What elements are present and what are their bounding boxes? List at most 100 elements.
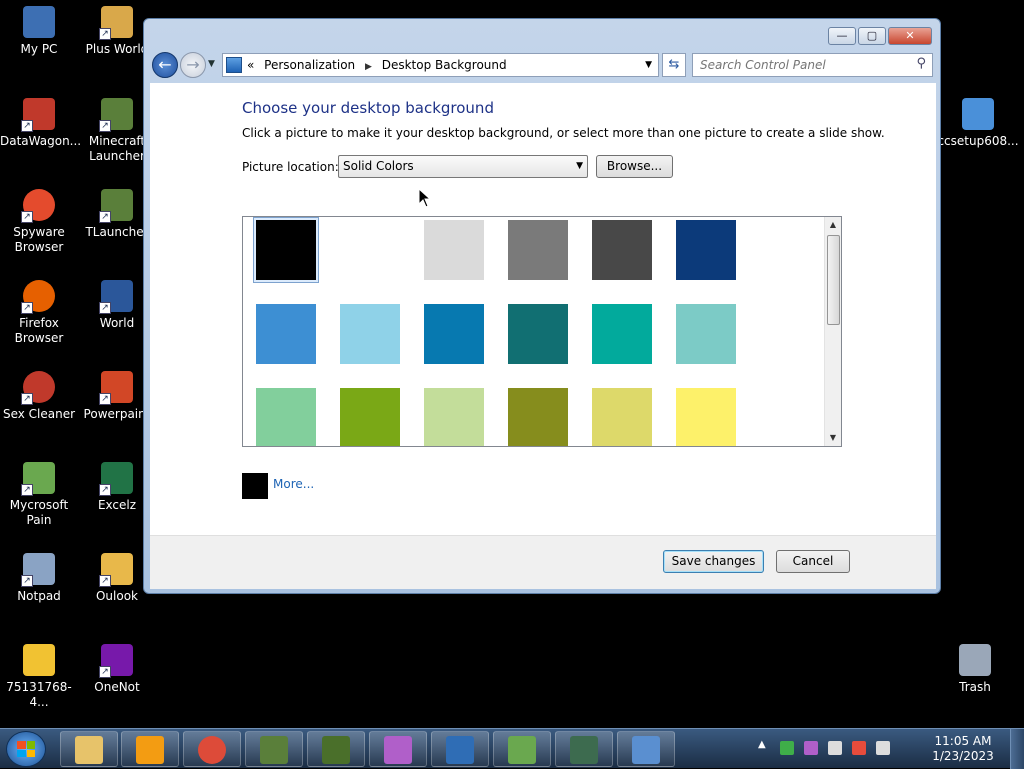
color-swatch[interactable] — [592, 220, 652, 280]
breadcrumb-personalization[interactable]: Personalization — [264, 58, 355, 72]
desktop-icon-ccsetup[interactable]: ccsetup608... — [936, 98, 1020, 149]
color-swatch[interactable] — [340, 304, 400, 364]
color-swatch-grid: ▲ ▼ — [242, 216, 842, 447]
back-button[interactable]: ← — [152, 52, 178, 78]
search-icon[interactable]: ⚲ — [916, 56, 926, 71]
color-swatch[interactable] — [340, 220, 400, 280]
explorer-icon — [75, 736, 103, 764]
color-swatch[interactable] — [508, 388, 568, 446]
color-swatch[interactable] — [508, 220, 568, 280]
more-color-swatch[interactable] — [242, 473, 268, 499]
chevron-right-icon[interactable]: ▶ — [365, 62, 372, 72]
save-changes-button[interactable]: Save changes — [663, 550, 764, 573]
taskbar-item-minecraft-1[interactable] — [245, 731, 303, 767]
powerpoint-icon: ↗ — [99, 371, 133, 405]
media-player-icon — [136, 736, 164, 764]
taskbar-item-remote[interactable] — [555, 731, 613, 767]
desktop-icon-label: Mycrosoft Pain — [9, 498, 69, 527]
color-swatch[interactable] — [340, 388, 400, 446]
desktop-icon-my-pc[interactable]: My PC — [0, 6, 78, 57]
show-hidden-icons-icon[interactable]: ▲ — [758, 739, 766, 750]
taskbar-item-chrome[interactable] — [183, 731, 241, 767]
desktop-background-window: — ▢ ✕ ← → ▼ « Personalization ▶ Desktop … — [143, 18, 941, 594]
breadcrumb-desktop-background[interactable]: Desktop Background — [382, 58, 507, 72]
scroll-down-icon[interactable]: ▼ — [825, 430, 841, 446]
desktop-icon-spyware-browser[interactable]: ↗ Spyware Browser — [0, 189, 78, 255]
taskbar-item-control-panel[interactable] — [617, 731, 675, 767]
show-desktop-button[interactable] — [1010, 729, 1024, 769]
recent-pages-dropdown[interactable]: ▼ — [208, 59, 215, 69]
browse-button[interactable]: Browse... — [596, 155, 673, 178]
chevron-down-icon: ▼ — [576, 161, 583, 171]
forward-button[interactable]: → — [180, 52, 206, 78]
color-swatch[interactable] — [592, 304, 652, 364]
color-swatch[interactable] — [676, 304, 736, 364]
search-input[interactable] — [693, 54, 903, 76]
scrollbar-thumb[interactable] — [827, 235, 840, 325]
more-colors-link[interactable]: More... — [273, 477, 314, 491]
taskbar-item-explorer[interactable] — [60, 731, 118, 767]
control-panel-icon — [632, 736, 660, 764]
taskbar-item-media-player[interactable] — [121, 731, 179, 767]
close-button[interactable]: ✕ — [888, 27, 932, 45]
vertical-scrollbar[interactable]: ▲ ▼ — [824, 217, 841, 446]
breadcrumb-overflow[interactable]: « — [247, 58, 254, 72]
search-box: ⚲ — [692, 53, 933, 77]
caption-buttons: — ▢ ✕ — [828, 27, 932, 45]
color-swatch[interactable] — [676, 388, 736, 446]
forward-arrow-icon: → — [186, 55, 200, 74]
action-center-icon[interactable] — [852, 741, 866, 755]
scroll-up-icon[interactable]: ▲ — [825, 217, 841, 233]
back-arrow-icon: ← — [158, 55, 172, 74]
desktop-icon-notpad[interactable]: ↗ Notpad — [0, 553, 78, 604]
taskbar-item-eyes[interactable] — [431, 731, 489, 767]
taskbar-item-users[interactable] — [493, 731, 551, 767]
network-icon[interactable] — [828, 741, 842, 755]
desktop-icon-datawagon[interactable]: ↗ DataWagon... — [0, 98, 81, 149]
refresh-icon: ⇆ — [668, 57, 680, 72]
color-swatch[interactable] — [256, 304, 316, 364]
color-swatch[interactable] — [253, 217, 319, 283]
dialog-footer: Save changes Cancel — [150, 535, 936, 589]
color-swatch[interactable] — [424, 220, 484, 280]
color-swatch[interactable] — [256, 388, 316, 446]
taskbar-item-minecraft-2[interactable] — [307, 731, 365, 767]
content-pane: Choose your desktop background Click a p… — [150, 83, 936, 535]
minecraft-1-icon — [260, 736, 288, 764]
cancel-button[interactable]: Cancel — [776, 550, 850, 573]
eyes-icon — [446, 736, 474, 764]
color-swatch[interactable] — [592, 388, 652, 446]
tray-app-icon[interactable] — [780, 741, 794, 755]
datawagon-icon: ↗ — [21, 98, 55, 132]
picture-location-value: Solid Colors — [343, 159, 414, 173]
color-swatch[interactable] — [508, 304, 568, 364]
minimize-button[interactable]: — — [828, 27, 856, 45]
start-button[interactable] — [6, 731, 46, 767]
computer-icon — [23, 6, 55, 38]
color-swatch[interactable] — [424, 388, 484, 446]
refresh-button[interactable]: ⇆ — [662, 53, 686, 77]
desktop-icon-archive[interactable]: 75131768-4... — [0, 644, 78, 710]
address-bar[interactable]: « Personalization ▶ Desktop Background ▼ — [222, 53, 659, 77]
maximize-button[interactable]: ▢ — [858, 27, 886, 45]
clock[interactable]: 11:05 AM 1/23/2023 — [928, 734, 998, 764]
desktop-icon-mycrosoft-pain[interactable]: ↗ Mycrosoft Pain — [0, 462, 78, 528]
address-dropdown-icon[interactable]: ▼ — [645, 54, 652, 76]
desktop-icon-onenot[interactable]: ↗ OneNot — [78, 644, 156, 695]
volume-icon[interactable] — [876, 741, 890, 755]
windows-logo-icon — [17, 741, 35, 757]
desktop-icon-firefox[interactable]: ↗ Firefox Browser — [0, 280, 78, 346]
desktop-icon-label: 75131768-4... — [6, 680, 72, 709]
desktop-icon-sex-cleaner[interactable]: ↗ Sex Cleaner — [0, 371, 78, 422]
color-swatch[interactable] — [424, 304, 484, 364]
tray-onenote-icon[interactable] — [804, 741, 818, 755]
paint-icon: ↗ — [21, 462, 55, 496]
plus-world-icon: ↗ — [99, 6, 133, 40]
taskbar-item-onenote[interactable] — [369, 731, 427, 767]
color-swatch[interactable] — [676, 220, 736, 280]
desktop-icon-trash[interactable]: Trash — [936, 644, 1014, 695]
taskbar: ▲ 11:05 AM 1/23/2023 — [0, 728, 1024, 769]
page-description: Click a picture to make it your desktop … — [242, 126, 885, 140]
clock-time: 11:05 AM — [934, 734, 992, 748]
picture-location-select[interactable]: Solid Colors ▼ — [338, 155, 588, 178]
